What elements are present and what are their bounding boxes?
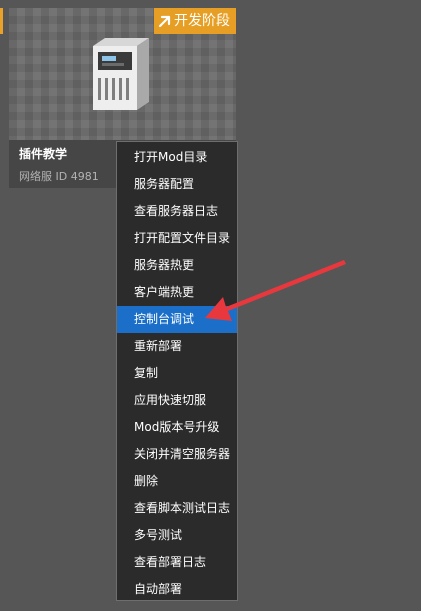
stage-badge: 开发阶段 — [154, 8, 236, 34]
stage-badge-label: 开发阶段 — [174, 13, 230, 29]
menu-item-server-hot-update[interactable]: 服务器热更 — [117, 252, 237, 279]
menu-item-multi-account-test[interactable]: 多号测试 — [117, 522, 237, 549]
card-subtitle: 网络服 ID 4981 — [19, 170, 99, 183]
menu-item-quick-switch-server[interactable]: 应用快速切服 — [117, 387, 237, 414]
menu-item-open-config-dir[interactable]: 打开配置文件目录 — [117, 225, 237, 252]
menu-item-view-deploy-log[interactable]: 查看部署日志 — [117, 549, 237, 576]
menu-item-mod-version-upgrade[interactable]: Mod版本号升级 — [117, 414, 237, 441]
card-thumbnail[interactable]: 开发阶段 — [9, 8, 236, 140]
menu-item-auto-deploy[interactable]: 自动部署 — [117, 576, 237, 603]
menu-item-close-and-clear-server[interactable]: 关闭并清空服务器 — [117, 441, 237, 468]
context-menu: 打开Mod目录 服务器配置 查看服务器日志 打开配置文件目录 服务器热更 客户端… — [116, 141, 238, 601]
menu-item-client-hot-update[interactable]: 客户端热更 — [117, 279, 237, 306]
card-title: 插件教学 — [19, 147, 68, 161]
menu-item-delete[interactable]: 删除 — [117, 468, 237, 495]
left-edge-accent — [0, 8, 3, 34]
menu-item-console-debug[interactable]: 控制台调试 — [117, 306, 237, 333]
menu-item-copy[interactable]: 复制 — [117, 360, 237, 387]
menu-item-open-mod-dir[interactable]: 打开Mod目录 — [117, 144, 237, 171]
menu-item-server-config[interactable]: 服务器配置 — [117, 171, 237, 198]
arrow-up-right-icon — [158, 15, 171, 28]
menu-item-view-server-log[interactable]: 查看服务器日志 — [117, 198, 237, 225]
menu-item-redeploy[interactable]: 重新部署 — [117, 333, 237, 360]
menu-item-view-script-test-log[interactable]: 查看脚本测试日志 — [117, 495, 237, 522]
server-icon — [93, 38, 149, 110]
